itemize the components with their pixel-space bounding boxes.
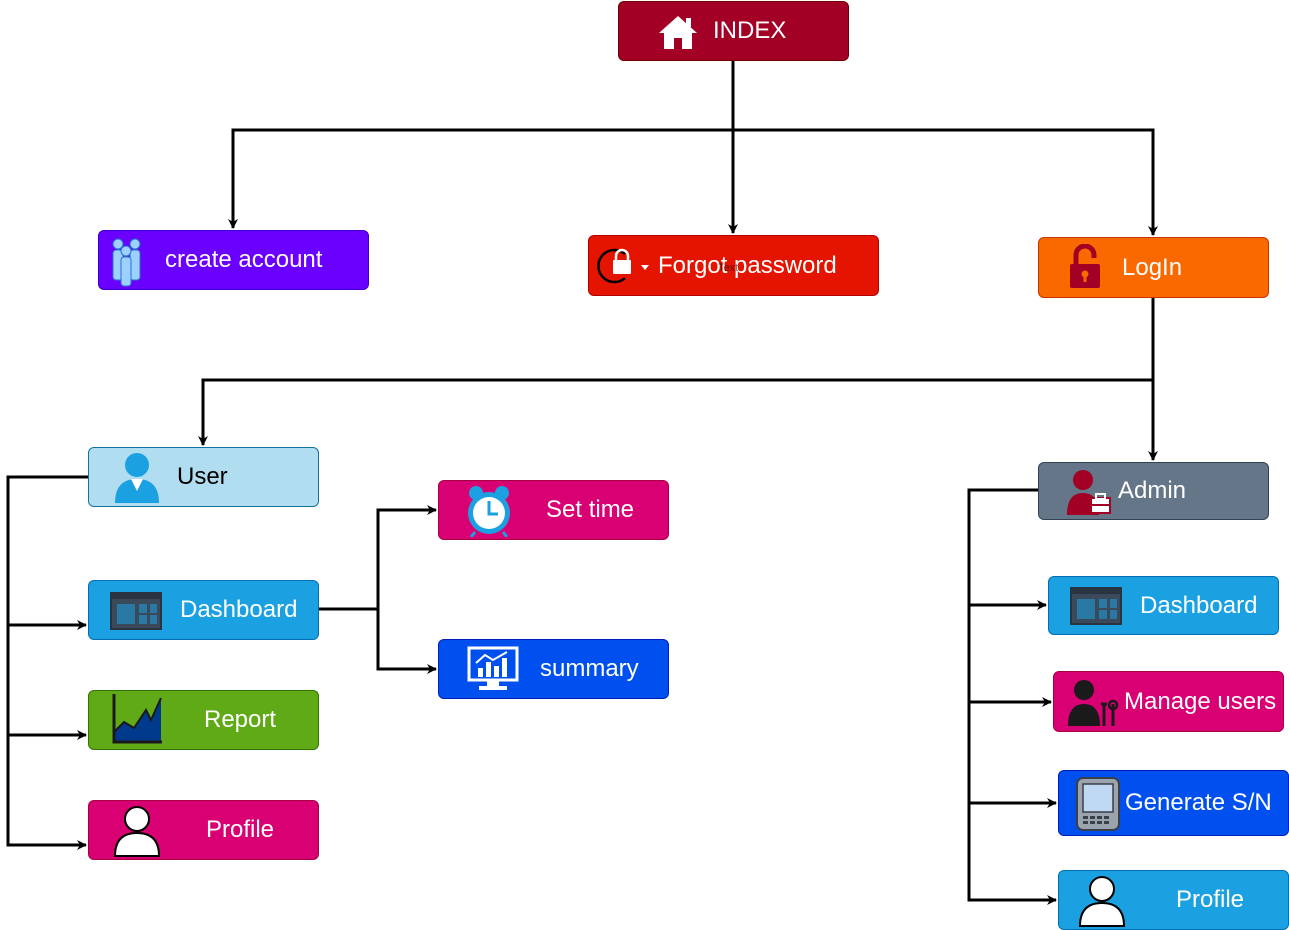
user-dashboard-node[interactable]: Dashboard	[88, 580, 319, 640]
edge-admin-dashboard	[967, 488, 1047, 610]
forgot-password-node[interactable]: Forgot password Text	[588, 235, 879, 296]
home-icon	[659, 16, 697, 49]
manage-users-label: Manage users	[1124, 687, 1277, 715]
users-group-icon	[112, 238, 141, 287]
admin-dashboard-node[interactable]: Dashboard	[1048, 576, 1279, 635]
user-report-label: Report	[204, 706, 277, 733]
edge-user-profile	[6, 735, 87, 850]
edge-index-login	[733, 128, 1158, 236]
index-label: INDEX	[713, 17, 787, 44]
user-tools-icon	[1068, 680, 1119, 726]
area-chart-icon	[112, 694, 162, 744]
user-node[interactable]: User	[88, 447, 319, 507]
padlock-icon	[1070, 244, 1100, 288]
edge-user-report	[6, 625, 87, 740]
edge-dashboard-set-time	[319, 505, 437, 611]
admin-user-icon	[1067, 470, 1111, 515]
set-time-label: Set time	[546, 496, 635, 523]
edge-admin-profile	[967, 803, 1057, 905]
summary-label: summary	[540, 655, 639, 682]
index-node[interactable]: INDEX	[618, 1, 849, 61]
tablet-device-icon	[1076, 777, 1120, 831]
manage-users-node[interactable]: Manage users	[1053, 671, 1284, 732]
profile-icon	[1078, 876, 1126, 927]
admin-dashboard-label: Dashboard	[1140, 591, 1258, 619]
monitor-chart-icon	[467, 646, 519, 690]
login-label: LogIn	[1122, 253, 1183, 281]
edge-login-user	[198, 298, 1155, 446]
create-account-label: create account	[165, 246, 323, 273]
create-account-node[interactable]: create account	[98, 230, 369, 290]
forgot-password-text-overlay: Text	[718, 262, 739, 274]
edge-dashboard-summary	[376, 609, 437, 674]
alarm-clock-icon	[468, 486, 510, 537]
user-profile-label: Profile	[206, 816, 275, 843]
dashboard-icon	[1070, 587, 1122, 625]
login-node[interactable]: LogIn	[1038, 237, 1269, 298]
profile-icon	[113, 806, 161, 857]
set-time-node[interactable]: Set time	[438, 480, 669, 540]
edge-admin-generate-sn	[967, 702, 1057, 808]
admin-profile-label: Profile	[1176, 886, 1245, 913]
user-dashboard-label: Dashboard	[180, 596, 298, 623]
lock-reset-icon	[597, 248, 649, 284]
user-avatar-icon	[115, 453, 159, 503]
user-report-node[interactable]: Report	[88, 690, 319, 750]
generate-sn-label: Generate S/N	[1125, 789, 1272, 816]
admin-node[interactable]: Admin	[1038, 462, 1269, 520]
dashboard-icon	[110, 592, 162, 630]
edge-admin-manage-users	[967, 605, 1052, 707]
summary-node[interactable]: summary	[438, 639, 669, 699]
edge-index-create-account	[228, 61, 735, 229]
forgot-password-label: Forgot password	[658, 251, 837, 279]
generate-sn-node[interactable]: Generate S/N	[1058, 770, 1289, 836]
admin-label: Admin	[1118, 477, 1187, 504]
user-profile-node[interactable]: Profile	[88, 800, 319, 860]
admin-profile-node[interactable]: Profile	[1058, 870, 1289, 930]
edge-user-dashboard	[6, 475, 88, 630]
user-label: User	[177, 463, 228, 490]
